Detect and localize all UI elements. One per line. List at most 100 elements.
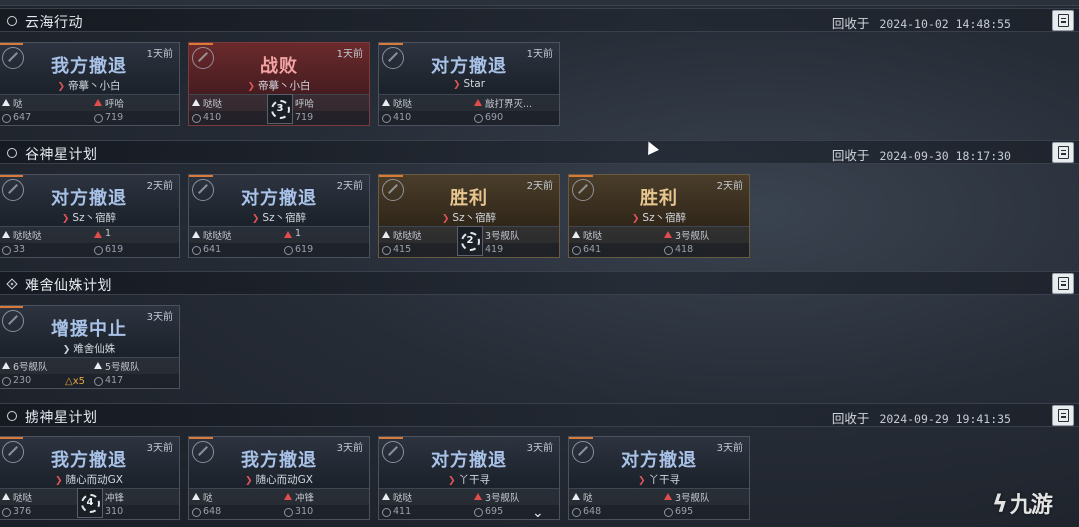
diamond-bullet-icon — [6, 278, 18, 290]
commander-label: 帝摹丶小白 — [258, 80, 311, 92]
stats-row-power: 33 619 — [0, 243, 179, 257]
ship-icon — [94, 377, 103, 386]
ship-icon — [192, 246, 201, 255]
battle-result: 对方撤退 — [431, 450, 507, 471]
watermark-logo: ϟ 九游 — [992, 487, 1053, 519]
section-header[interactable]: 谷神星计划 回收于 2024-09-30 18:17:30 — [0, 140, 1079, 164]
ship-icon — [192, 114, 201, 123]
battle-card[interactable]: 3天前 我方撤退 ❯ 随心而动GX 哒哒 冲锋 376 310 4 — [0, 436, 180, 520]
ally-power: 410 — [393, 112, 412, 123]
battle-card[interactable]: 3天前 我方撤退 ❯ 随心而动GX 哒 冲锋 648 310 — [188, 436, 370, 520]
stats-row-power: 410 690 — [379, 111, 559, 125]
circle-bullet-icon — [7, 16, 17, 26]
enemy-triangle-icon — [94, 231, 102, 238]
report-button[interactable] — [1052, 142, 1074, 163]
report-button[interactable] — [1052, 405, 1074, 426]
battle-result: 我方撤退 — [51, 450, 127, 471]
section-title: 掳神星计划 — [25, 410, 98, 426]
ally-fleet-name: 哒哒 — [393, 99, 413, 110]
commander-name: ❯ 丫干寻 — [569, 472, 749, 487]
battle-result: 我方撤退 — [51, 56, 127, 77]
stats-row-fleet: 哒 冲锋 — [189, 489, 369, 505]
commander-name: ❯ Sz丶宿醉 — [0, 210, 179, 225]
battle-card[interactable]: 1天前 对方撤退 ❯ Star 哒哒 敲打界灭... 410 690 — [378, 42, 560, 126]
ally-triangle-icon — [192, 99, 200, 106]
recycle-label: 回收于 — [831, 411, 870, 426]
commander-label: Sz丶宿醉 — [72, 212, 117, 224]
battle-card[interactable]: 2天前 胜利 ❯ Sz丶宿醉 哒哒哒 3号舰队 415 419 2 — [378, 174, 560, 258]
ally-fleet-name: 哒 — [13, 99, 23, 110]
commander-label: 丫干寻 — [458, 474, 491, 486]
section-header[interactable]: 掳神星计划 回收于 2024-09-29 19:41:35 — [0, 403, 1079, 427]
commander-label: Sz丶宿醉 — [262, 212, 307, 224]
section-title: 云海行动 — [25, 15, 83, 31]
ally-fleet-name: 哒哒哒 — [203, 231, 232, 242]
enemy-power: 690 — [485, 112, 504, 123]
card-accent — [0, 437, 23, 439]
ally-power: 33 — [13, 244, 26, 255]
card-accent — [379, 175, 403, 177]
ally-power: 411 — [393, 506, 412, 517]
recycle-label: 回收于 — [831, 148, 870, 163]
commander-name: ❯ 帝摹丶小白 — [189, 78, 369, 93]
card-accent — [0, 306, 23, 308]
chevron-down-icon: ❯ — [247, 82, 256, 92]
ship-icon — [664, 246, 673, 255]
ship-icon — [284, 508, 293, 517]
ally-power: 648 — [203, 506, 222, 517]
ally-triangle-icon — [94, 362, 102, 369]
stats-panel: 哒 呼哈 647 719 — [0, 94, 179, 125]
battle-card[interactable]: 1天前 我方撤退 ❯ 帝摹丶小白 哒 呼哈 647 719 — [0, 42, 180, 126]
card-accent — [0, 175, 23, 177]
commander-label: 丫干寻 — [648, 474, 681, 486]
report-button[interactable] — [1052, 273, 1074, 294]
ally-fleet-name: 哒哒 — [13, 493, 33, 504]
section-header[interactable]: 难舍仙姝计划 — [0, 271, 1079, 295]
stats-row-fleet: 哒哒哒 1 — [0, 227, 179, 243]
enemy-power: 310 — [105, 506, 124, 517]
enemy-triangle-icon — [474, 99, 482, 106]
reinforce-power: 417 — [105, 375, 124, 386]
warning-icon: △x5 — [65, 376, 85, 387]
commander-label: Sz丶宿醉 — [452, 212, 497, 224]
stats-row-fleet: 哒 呼哈 — [0, 95, 179, 111]
battle-card[interactable]: 1天前 战败 ❯ 帝摹丶小白 哒哒 呼哈 410 719 3 — [188, 42, 370, 126]
enemy-fleet-name: 3号舰队 — [675, 493, 710, 504]
stats-row-power: 647 719 — [0, 111, 179, 125]
turn-count-badge: 2 — [457, 226, 483, 256]
battle-result: 胜利 — [450, 188, 488, 209]
chevron-down-icon[interactable]: ⌄ — [532, 505, 544, 521]
battle-section: 难舍仙姝计划 3天前 增援中止 ❯难舍仙姝 6号舰队 5号舰队 230 △x5 — [0, 271, 1079, 391]
battle-card[interactable]: 3天前 对方撤退 ❯ 丫干寻 哒 3号舰队 648 695 — [568, 436, 750, 520]
ship-icon — [94, 114, 103, 123]
ship-icon — [284, 246, 293, 255]
ship-icon — [2, 377, 11, 386]
card-accent — [569, 437, 593, 439]
stats-panel: 哒哒哒 1 641 619 — [189, 226, 369, 257]
enemy-power: 310 — [295, 506, 314, 517]
enemy-fleet-name: 冲锋 — [295, 493, 315, 504]
battle-card[interactable]: 2天前 对方撤退 ❯ Sz丶宿醉 哒哒哒 1 33 619 — [0, 174, 180, 258]
section-header[interactable]: 云海行动 回收于 2024-10-02 14:48:55 — [0, 8, 1079, 32]
ship-icon — [382, 246, 391, 255]
ally-triangle-icon — [2, 99, 10, 106]
ship-icon — [474, 114, 483, 123]
ally-power: 648 — [583, 506, 602, 517]
battle-card[interactable]: 2天前 胜利 ❯ Sz丶宿醉 哒哒 3号舰队 641 418 — [568, 174, 750, 258]
stats-row-power: 648 310 — [189, 505, 369, 519]
ally-power: 641 — [583, 244, 602, 255]
card-accent — [189, 175, 213, 177]
stats-row-power: 641 418 — [569, 243, 749, 257]
ship-icon — [192, 508, 201, 517]
commander-name: ❯ Star — [379, 78, 559, 90]
report-button[interactable] — [1052, 10, 1074, 31]
commander-name: ❯ Sz丶宿醉 — [189, 210, 369, 225]
battle-result: 战败 — [260, 56, 298, 77]
turn-number: 3 — [276, 103, 284, 114]
battle-card[interactable]: 2天前 对方撤退 ❯ Sz丶宿醉 哒哒哒 1 641 619 — [188, 174, 370, 258]
enemy-fleet-name: 冲锋 — [105, 493, 125, 504]
warning-count: x5 — [72, 376, 85, 387]
battle-card[interactable]: 3天前 增援中止 ❯ 难舍仙姝 6号舰队 5号舰队 230 △x5 417 — [0, 305, 180, 389]
ship-icon — [382, 508, 391, 517]
enemy-power: 719 — [105, 112, 124, 123]
